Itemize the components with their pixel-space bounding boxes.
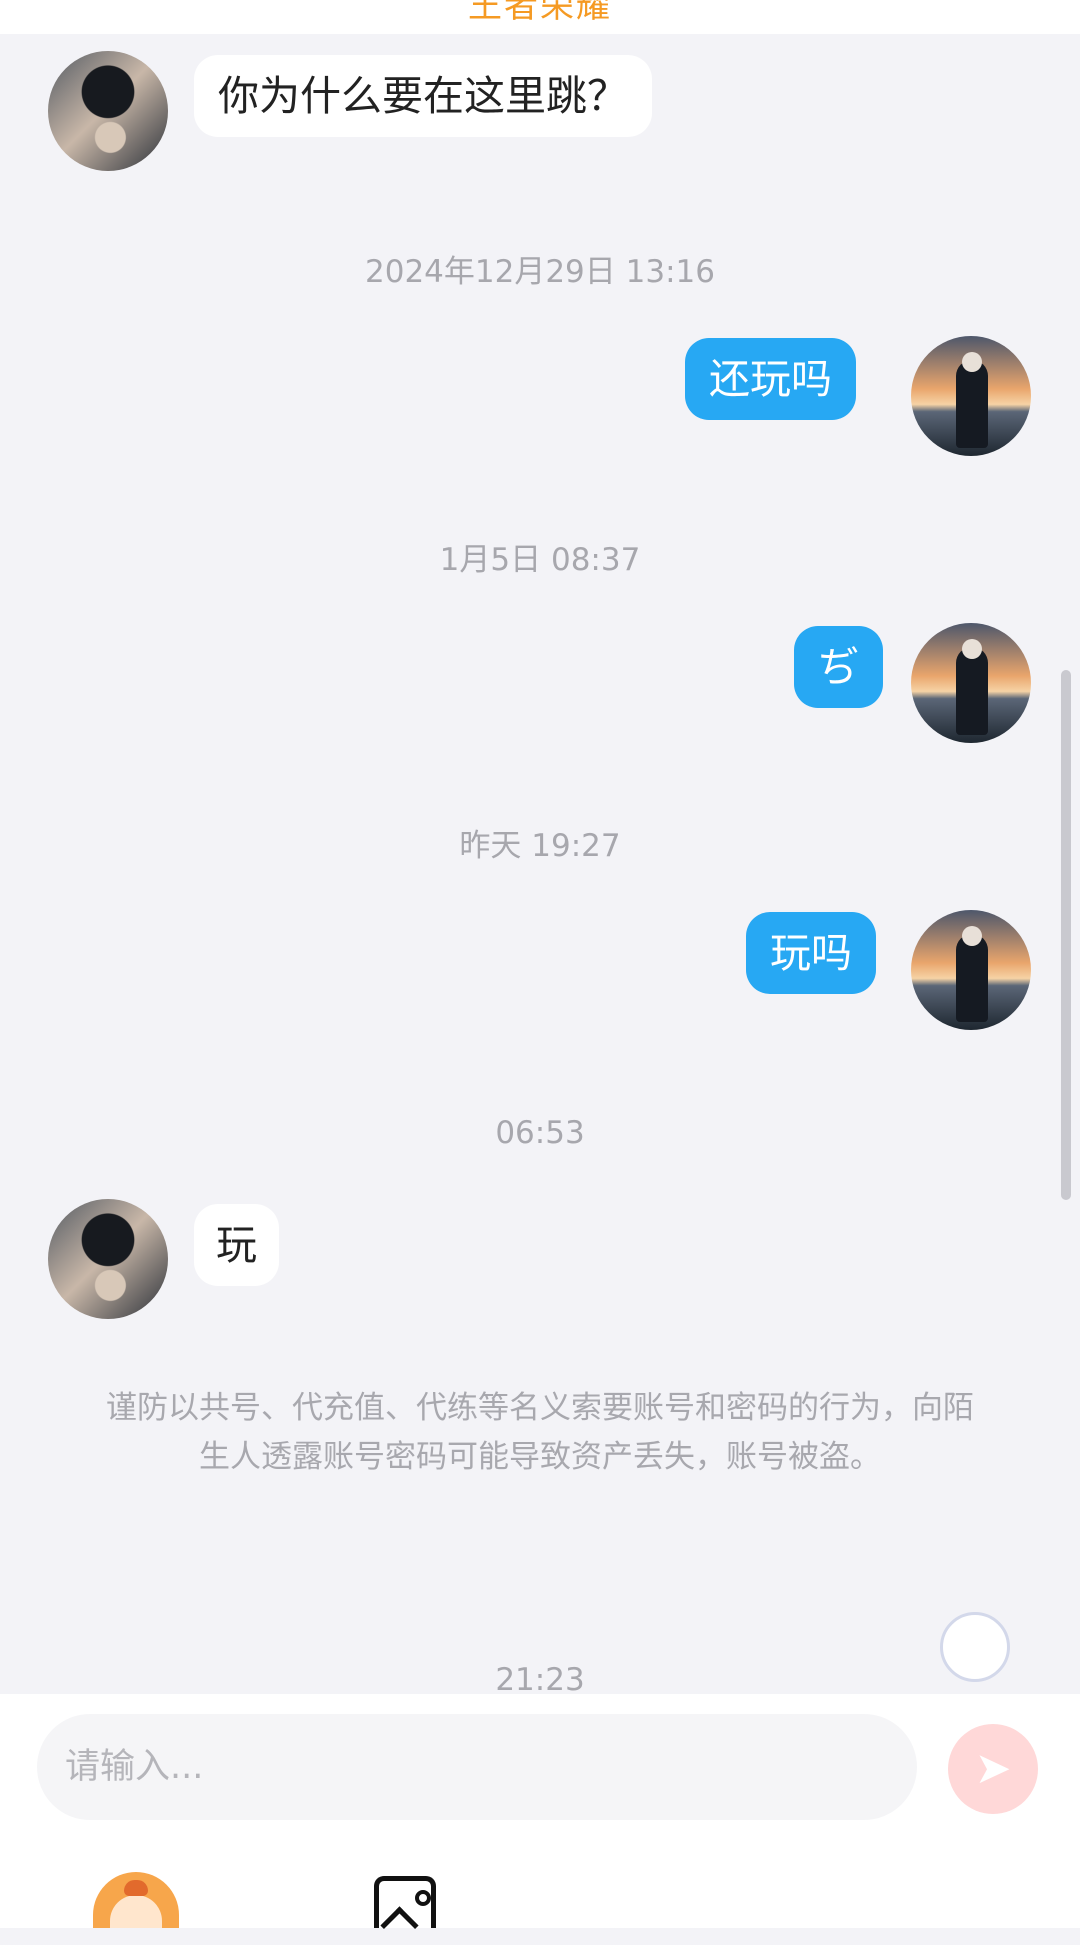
message-timestamp: 昨天 19:27	[459, 828, 621, 864]
outgoing-message[interactable]: 还玩吗	[685, 338, 856, 420]
outgoing-message[interactable]: ぢ	[794, 626, 883, 708]
message-composer: ➤	[0, 1694, 1080, 1928]
incoming-message[interactable]: 你为什么要在这里跳？	[194, 55, 652, 137]
incoming-message[interactable]: 玩	[194, 1204, 279, 1286]
image-icon[interactable]	[374, 1876, 436, 1928]
send-button[interactable]: ➤	[948, 1724, 1038, 1814]
mascot-icon[interactable]	[93, 1872, 179, 1928]
paper-plane-icon: ➤	[974, 1743, 1012, 1794]
floating-assistive-button[interactable]	[940, 1612, 1010, 1682]
message-timestamp: 06:53	[495, 1115, 585, 1151]
my-avatar[interactable]	[911, 336, 1031, 456]
my-avatar[interactable]	[911, 910, 1031, 1030]
security-notice: 谨防以共号、代充值、代练等名义索要账号和密码的行为，向陌生人透露账号密码可能导致…	[106, 1390, 974, 1475]
header-title: 王者荣耀	[468, 0, 612, 26]
message-input[interactable]	[37, 1714, 917, 1820]
other-user-avatar[interactable]	[48, 1199, 168, 1319]
message-timestamp: 2024年12月29日 13:16	[365, 254, 715, 290]
chat-history[interactable]: 你为什么要在这里跳？ 2024年12月29日 13:16 还玩吗 1月5日 08…	[0, 34, 1080, 1698]
my-avatar[interactable]	[911, 623, 1031, 743]
message-timestamp: 1月5日 08:37	[439, 542, 641, 578]
other-user-avatar[interactable]	[48, 51, 168, 171]
chat-scrollbar[interactable]	[1061, 670, 1071, 1200]
header-bar: 王者荣耀	[0, 0, 1080, 34]
outgoing-message[interactable]: 玩吗	[746, 912, 876, 994]
